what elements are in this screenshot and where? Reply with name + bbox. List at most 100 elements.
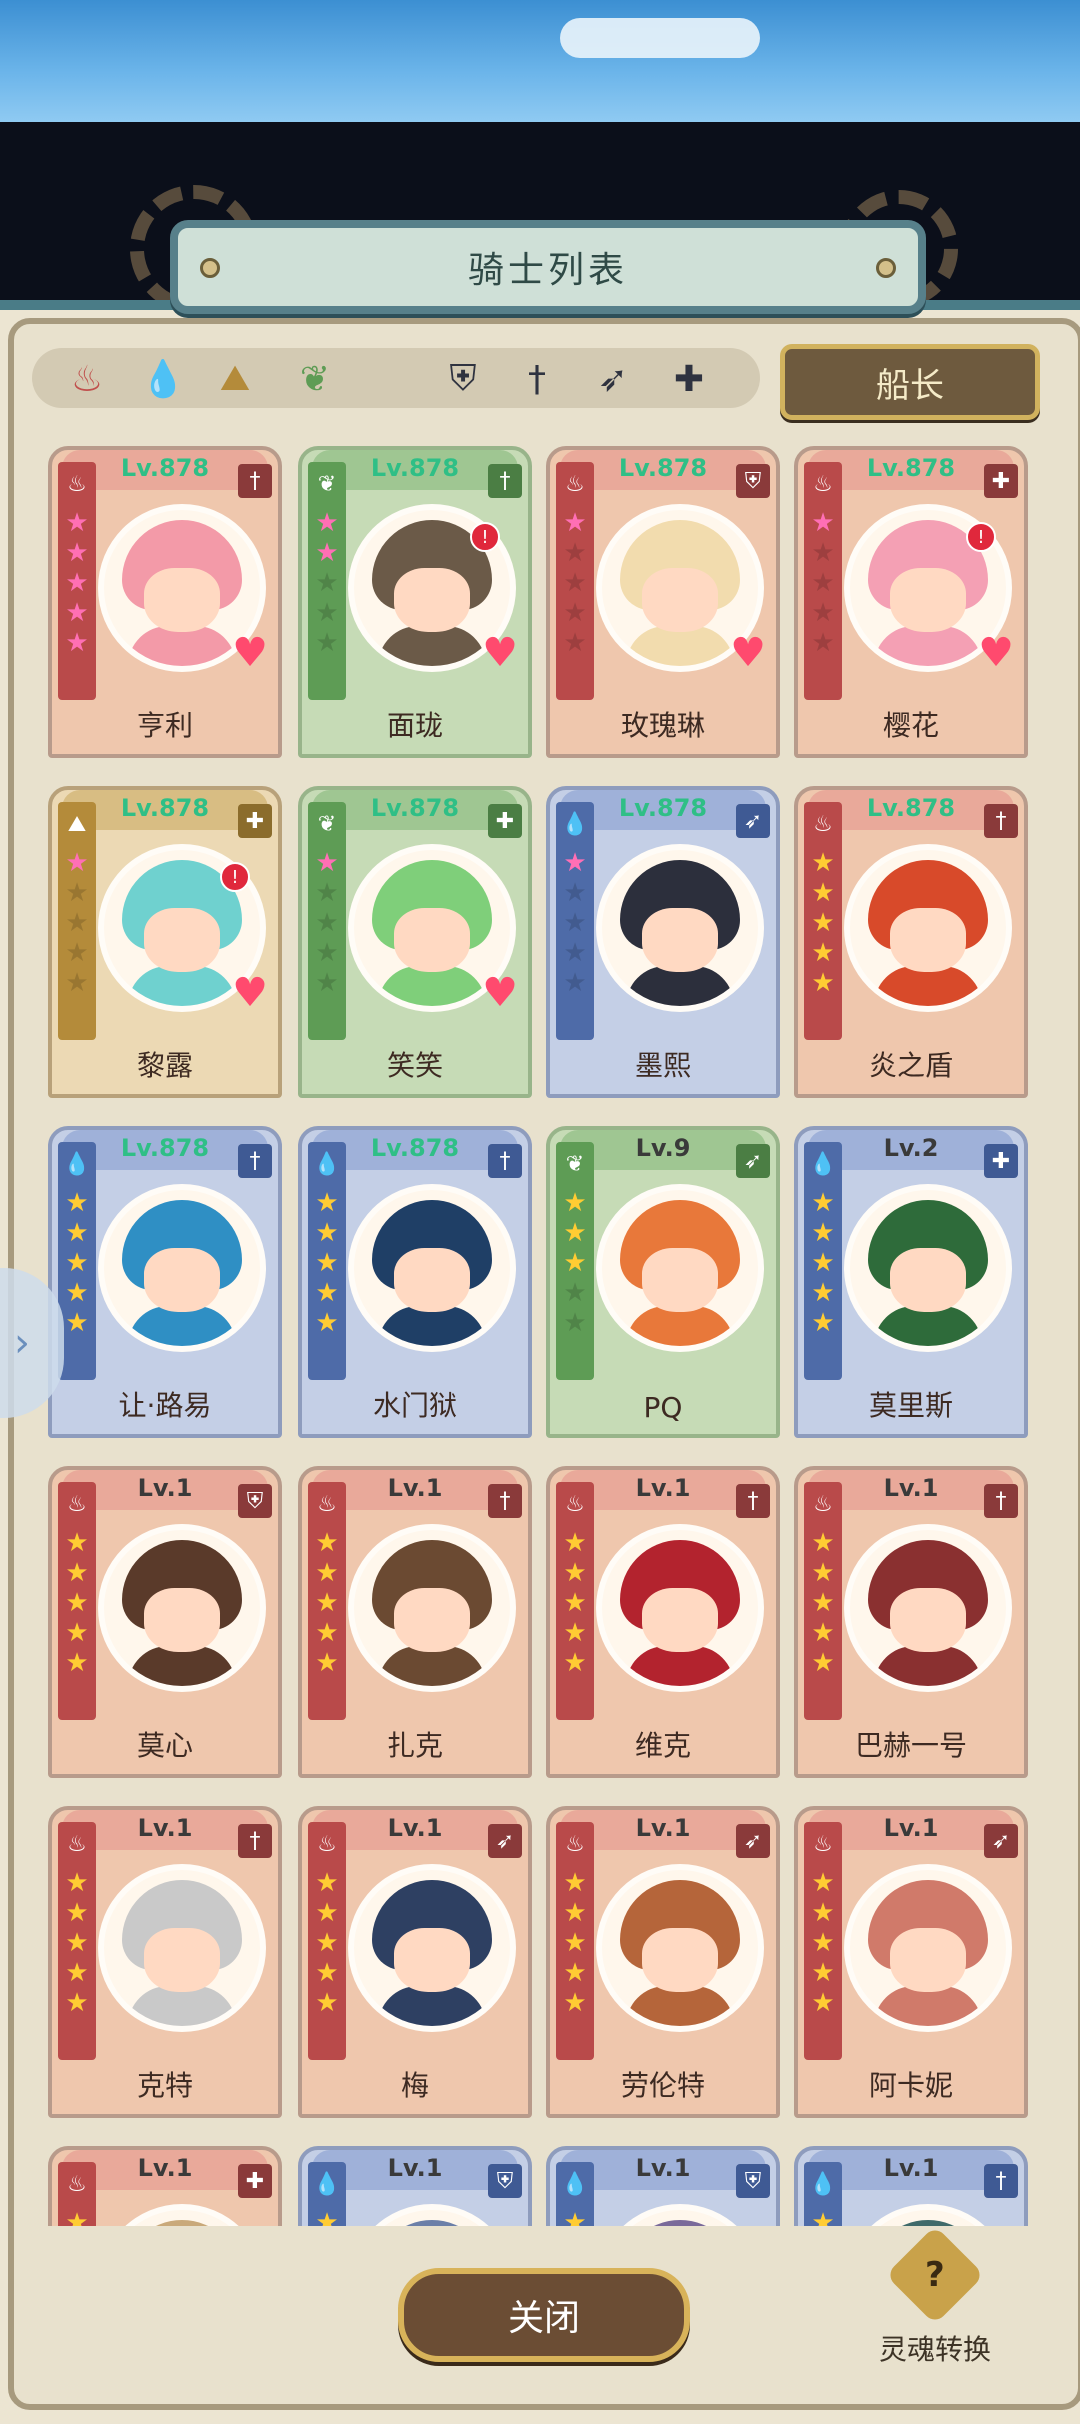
knight-card[interactable]: Lv.878 💧 ★ ★ ★ ★ ★ ➶ 墨熙 xyxy=(546,786,780,1098)
fire-element-icon: ♨ xyxy=(565,1491,585,1517)
knight-card[interactable]: Lv.1 ♨ ★ ★ ★ ★ ★ † 克特 xyxy=(48,1806,282,2118)
knight-name: 墨熙 xyxy=(634,1049,691,1082)
captain-button[interactable]: 船长 xyxy=(780,344,1040,420)
knight-card[interactable]: Lv.9 ❦ ★ ★ ★ ★ ★ ➶ PQ xyxy=(546,1126,780,1438)
water-element-icon: 💧 xyxy=(313,1151,341,1177)
class-badge-icon: ⛨ xyxy=(488,2164,522,2198)
class-badge-icon: † xyxy=(984,1484,1018,1518)
star-icon: ★ xyxy=(563,1588,587,1618)
star-icon: ★ xyxy=(563,1958,587,1988)
star-icon: ★ xyxy=(315,968,339,998)
star-icon: ★ xyxy=(811,1958,835,1988)
portrait-hair xyxy=(122,2220,242,2226)
knight-card[interactable]: Lv.1💧★★★★★† xyxy=(794,2146,1028,2226)
water-element-icon: 💧 xyxy=(561,2171,589,2197)
earth-filter-icon[interactable]: ⛰ xyxy=(210,354,260,404)
knight-card[interactable]: Lv.1 ♨ ★ ★ ★ ★ ★ ⛨ 莫心 xyxy=(48,1466,282,1778)
star-icon: ★ xyxy=(563,848,587,878)
star-rating: ★★★★★ xyxy=(312,2208,342,2226)
star-icon: ★ xyxy=(65,1278,89,1308)
star-icon: ★ xyxy=(65,968,89,998)
star-icon: ★ xyxy=(811,1618,835,1648)
knight-card[interactable]: Lv.1💧★★★★★⛨ xyxy=(298,2146,532,2226)
knight-card[interactable]: Lv.1♨★★★★★✚ xyxy=(48,2146,282,2226)
star-rating: ★★★★★ xyxy=(808,1528,838,1678)
class-badge-icon: † xyxy=(488,1144,522,1178)
star-rating: ★★★★★ xyxy=(560,2208,590,2226)
knight-card[interactable]: Lv.878 💧 ★ ★ ★ ★ ★ † 让·路易 xyxy=(48,1126,282,1438)
star-icon: ★ xyxy=(563,968,587,998)
water-filter-icon[interactable]: 💧 xyxy=(138,354,188,404)
knight-card[interactable]: Lv.878 ♨ ★ ★ ★ ★ ★ ⛨ ♥ 玫瑰琳 xyxy=(546,446,780,758)
knight-card[interactable]: Lv.2 💧 ★ ★ ★ ★ ★ ✚ 莫里斯 xyxy=(794,1126,1028,1438)
knight-card[interactable]: Lv.1 ♨ ★ ★ ★ ★ ★ ➶ 劳伦特 xyxy=(546,1806,780,2118)
fire-filter-icon[interactable]: ♨ xyxy=(62,354,112,404)
knight-card[interactable]: Lv.878 ❦ ★ ★ ★ ★ ★ †! ♥ 面珑 xyxy=(298,446,532,758)
knight-card[interactable]: Lv.1 ♨ ★ ★ ★ ★ ★ ➶ 梅 xyxy=(298,1806,532,2118)
knight-name: 黎露 xyxy=(136,1049,193,1082)
star-icon: ★ xyxy=(65,2208,89,2226)
fire-element-icon: ♨ xyxy=(813,1491,833,1517)
portrait-face xyxy=(144,1928,220,1992)
knight-card[interactable]: Lv.1💧★★★★★⛨ xyxy=(546,2146,780,2226)
star-icon: ★ xyxy=(563,878,587,908)
star-icon: ★ xyxy=(315,1188,339,1218)
soul-convert-icon: ? xyxy=(885,2225,985,2325)
star-icon: ★ xyxy=(65,848,89,878)
question-mark-icon: ? xyxy=(925,2254,945,2295)
knight-card[interactable]: Lv.878 💧 ★ ★ ★ ★ ★ † 水门狱 xyxy=(298,1126,532,1438)
knight-name: 莫心 xyxy=(136,1729,193,1762)
knight-portrait xyxy=(596,2204,764,2226)
star-icon: ★ xyxy=(563,1988,587,2018)
knight-card[interactable]: Lv.878 ❦ ★ ★ ★ ★ ★ ✚ ♥ 笑笑 xyxy=(298,786,532,1098)
portrait-face xyxy=(890,1588,966,1652)
knight-portrait xyxy=(844,2204,1012,2226)
sky-background xyxy=(0,0,1080,122)
star-icon: ★ xyxy=(315,1988,339,2018)
star-icon: ★ xyxy=(563,1868,587,1898)
sword-filter-icon[interactable]: † xyxy=(512,354,562,404)
star-icon: ★ xyxy=(811,1528,835,1558)
knight-portrait xyxy=(98,1864,266,2032)
class-badge-icon: ✚ xyxy=(238,2164,272,2198)
portrait-hair xyxy=(620,2220,740,2226)
fire-element-icon: ♨ xyxy=(317,1831,337,1857)
star-icon: ★ xyxy=(811,1278,835,1308)
portrait-body xyxy=(626,1986,734,2026)
knight-card[interactable]: Lv.1 ♨ ★ ★ ★ ★ ★ † 巴赫一号 xyxy=(794,1466,1028,1778)
star-rating: ★★★★★ xyxy=(312,1188,342,1338)
portrait-face xyxy=(144,1588,220,1652)
soul-convert-button[interactable]: ? 灵魂转换 xyxy=(870,2225,1000,2370)
portrait-face xyxy=(642,908,718,972)
knight-card[interactable]: Lv.1 ♨ ★ ★ ★ ★ ★ † 维克 xyxy=(546,1466,780,1778)
knight-card[interactable]: Lv.1 ♨ ★ ★ ★ ★ ★ † 扎克 xyxy=(298,1466,532,1778)
knight-card[interactable]: Lv.878 ♨ ★ ★ ★ ★ ★ † ♥ 亨利 xyxy=(48,446,282,758)
knight-card[interactable]: Lv.1 ♨ ★ ★ ★ ★ ★ ➶ 阿卡妮 xyxy=(794,1806,1028,2118)
shield-filter-icon[interactable]: ⛨ xyxy=(438,354,488,404)
close-button[interactable]: 关闭 xyxy=(398,2268,690,2362)
star-icon: ★ xyxy=(315,878,339,908)
star-icon: ★ xyxy=(315,938,339,968)
star-icon: ★ xyxy=(811,1928,835,1958)
star-icon: ★ xyxy=(563,2208,587,2226)
star-icon: ★ xyxy=(315,1528,339,1558)
star-icon: ★ xyxy=(65,1988,89,2018)
wood-filter-icon[interactable]: ❦ xyxy=(290,354,340,404)
star-icon: ★ xyxy=(811,878,835,908)
knight-name: 劳伦特 xyxy=(620,2069,705,2102)
portrait-body xyxy=(626,1306,734,1346)
class-badge-icon: ✚ xyxy=(488,804,522,838)
knight-card[interactable]: Lv.878 ⛰ ★ ★ ★ ★ ★ ✚! ♥ 黎露 xyxy=(48,786,282,1098)
water-element-icon: 💧 xyxy=(561,811,589,837)
water-element-icon: 💧 xyxy=(809,1151,837,1177)
star-icon: ★ xyxy=(563,1928,587,1958)
star-icon: ★ xyxy=(315,508,339,538)
bow-filter-icon[interactable]: ➶ xyxy=(588,354,638,404)
knight-card[interactable]: Lv.878 ♨ ★ ★ ★ ★ ★ † 炎之盾 xyxy=(794,786,1028,1098)
cross-filter-icon[interactable]: ✚ xyxy=(664,354,714,404)
knight-card[interactable]: Lv.878 ♨ ★ ★ ★ ★ ★ ✚! ♥ 樱花 xyxy=(794,446,1028,758)
star-icon: ★ xyxy=(811,1898,835,1928)
portrait-hair xyxy=(372,2220,492,2226)
class-badge-icon: † xyxy=(238,1144,272,1178)
star-icon: ★ xyxy=(563,1528,587,1558)
